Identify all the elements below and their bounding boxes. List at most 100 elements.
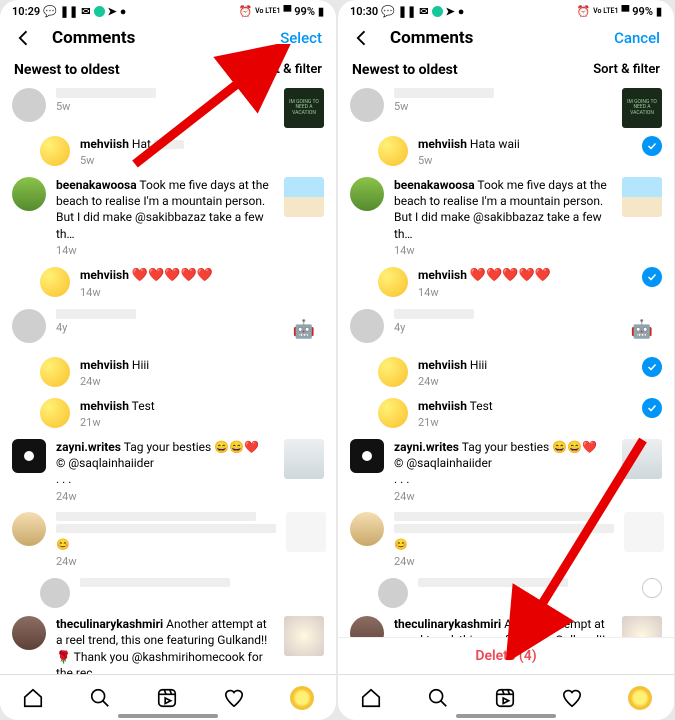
post-thumbnail[interactable] [284, 616, 324, 656]
username[interactable]: theculinarykashmiri [56, 617, 163, 631]
username[interactable]: mehviish [418, 358, 467, 372]
messenger-icon: ● [458, 5, 465, 18]
comment-reply[interactable]: mehviish Hiii24w [378, 357, 662, 390]
username[interactable]: theculinarykashmiri [394, 617, 501, 631]
comment-reply[interactable]: mehviish Test21w [40, 398, 324, 431]
status-bar: 10:30 💬 ❚❚ ✉ ➤ ● ⏰ Vo LTE1 ▀ 99% ▮ [338, 0, 674, 22]
post-thumbnail[interactable] [622, 439, 662, 479]
post-thumbnail[interactable] [622, 616, 662, 637]
back-icon[interactable] [14, 28, 34, 48]
comment-item[interactable]: 5w IM GOING TO NEED A VACATION [350, 88, 662, 128]
time-ago: 4y [394, 321, 612, 336]
checkmark-selected-icon[interactable] [642, 136, 662, 156]
time-ago: 21w [80, 416, 324, 431]
select-button[interactable]: Select [280, 29, 322, 47]
comment-reply[interactable] [40, 578, 324, 608]
post-thumbnail[interactable] [624, 512, 664, 552]
sort-filter-button[interactable]: Sort & filter [593, 62, 660, 78]
post-thumbnail[interactable]: 🤖 [622, 309, 662, 349]
comment-reply[interactable]: mehviish ❤️❤️❤️❤️❤️14w [378, 267, 662, 301]
post-thumbnail[interactable] [286, 512, 326, 552]
cancel-button[interactable]: Cancel [614, 29, 660, 47]
comment-item[interactable]: 4y 🤖 [12, 309, 324, 349]
checkmark-selected-icon[interactable] [642, 398, 662, 418]
avatar [350, 88, 384, 122]
comment-item[interactable]: theculinarykashmiri Another attempt at a… [12, 616, 324, 674]
username[interactable]: mehviish [418, 399, 467, 413]
comment-item[interactable]: 5w IM GOING TO NEED A VACATION [12, 88, 324, 128]
post-thumbnail[interactable]: 🤖 [284, 309, 324, 349]
comment-item[interactable]: zayni.writes Tag your besties 😄😄❤️© @saq… [350, 439, 662, 504]
subheader: Newest to oldest Sort & filter [338, 58, 674, 88]
phone-right: 10:30 💬 ❚❚ ✉ ➤ ● ⏰ Vo LTE1 ▀ 99% ▮ Comme… [338, 0, 674, 720]
avatar [40, 398, 70, 428]
username[interactable]: zayni.writes [56, 440, 121, 454]
comment-item[interactable]: 😊 24w [350, 512, 662, 570]
avatar [12, 88, 46, 122]
profile-avatar-icon[interactable] [628, 686, 652, 710]
username[interactable]: beenakawoosa [56, 178, 137, 192]
post-thumbnail[interactable] [622, 177, 662, 217]
username[interactable]: zayni.writes [394, 440, 459, 454]
sort-filter-button[interactable]: Sort & filter [255, 62, 322, 78]
reels-icon[interactable] [156, 687, 178, 709]
checkmark-selected-icon[interactable] [642, 267, 662, 287]
profile-avatar-icon[interactable] [290, 686, 314, 710]
comment-reply[interactable]: mehviish ❤️❤️❤️❤️❤️ 14w [40, 267, 324, 301]
heart-icon[interactable] [223, 687, 245, 709]
blurred-text [394, 524, 614, 533]
comment-item[interactable]: beenakawoosa Took me five days at the be… [12, 177, 324, 259]
home-icon[interactable] [360, 687, 382, 709]
avatar [350, 512, 384, 546]
post-thumbnail[interactable]: IM GOING TO NEED A VACATION [284, 88, 324, 128]
comment-item[interactable]: beenakawoosa Took me five days at the be… [350, 177, 662, 259]
header: Comments Cancel [338, 22, 674, 58]
search-icon[interactable] [89, 687, 111, 709]
home-icon[interactable] [22, 687, 44, 709]
username[interactable]: mehviish [80, 358, 129, 372]
comment-item[interactable]: 4y 🤖 [350, 309, 662, 349]
comment-text: Hata waii [470, 137, 520, 151]
time-ago: 24w [80, 375, 324, 390]
time-ago: 24w [394, 555, 614, 570]
avatar [40, 136, 70, 166]
hearts-icon: ❤️❤️❤️❤️❤️ [132, 268, 213, 283]
username[interactable]: mehviish [418, 137, 467, 151]
time-ago: 5w [394, 100, 612, 115]
username[interactable]: mehviish [80, 268, 129, 282]
checkbox-unselected-icon[interactable] [642, 578, 662, 598]
net-label: Vo LTE1 [255, 8, 280, 15]
post-thumbnail[interactable] [284, 177, 324, 217]
telegram-icon: ➤ [446, 5, 455, 18]
avatar [378, 267, 408, 297]
comment-item[interactable]: theculinarykashmiri Another attempt at a… [350, 616, 662, 637]
time-ago: 24w [418, 375, 626, 390]
username[interactable]: mehviish [80, 137, 129, 151]
username[interactable]: beenakawoosa [394, 178, 475, 192]
comment-item[interactable]: 😊 24w [12, 512, 324, 570]
comment-reply[interactable]: mehviish Hata waii5w [378, 136, 662, 169]
blurred-text [56, 512, 256, 521]
checkmark-selected-icon[interactable] [642, 357, 662, 377]
comment-reply[interactable]: mehviish Test21w [378, 398, 662, 431]
gesture-bar [456, 714, 556, 718]
post-thumbnail[interactable] [284, 439, 324, 479]
back-icon[interactable] [352, 28, 372, 48]
comment-reply[interactable]: mehviish Hat 5w [40, 136, 324, 169]
mail-icon: ✉ [81, 5, 90, 18]
time-ago: 21w [418, 416, 626, 431]
phone-left: 10:29 💬 ❚❚ ✉ ➤ ● ⏰ Vo LTE1 ▀ 99% ▮ Comme… [0, 0, 336, 720]
post-thumbnail[interactable]: IM GOING TO NEED A VACATION [622, 88, 662, 128]
comment-reply[interactable] [378, 578, 662, 608]
reels-icon[interactable] [494, 687, 516, 709]
time-ago: 14w [418, 286, 626, 301]
username[interactable]: mehviish [418, 268, 467, 282]
search-icon[interactable] [427, 687, 449, 709]
heart-icon[interactable] [561, 687, 583, 709]
comment-item[interactable]: zayni.writes Tag your besties 😄😄❤️ © @sa… [12, 439, 324, 504]
circle-icon [432, 6, 443, 17]
username[interactable]: mehviish [80, 399, 129, 413]
delete-button[interactable]: Delete (4) [338, 637, 674, 674]
time-ago: 24w [394, 490, 612, 505]
comment-reply[interactable]: mehviish Hiii24w [40, 357, 324, 390]
